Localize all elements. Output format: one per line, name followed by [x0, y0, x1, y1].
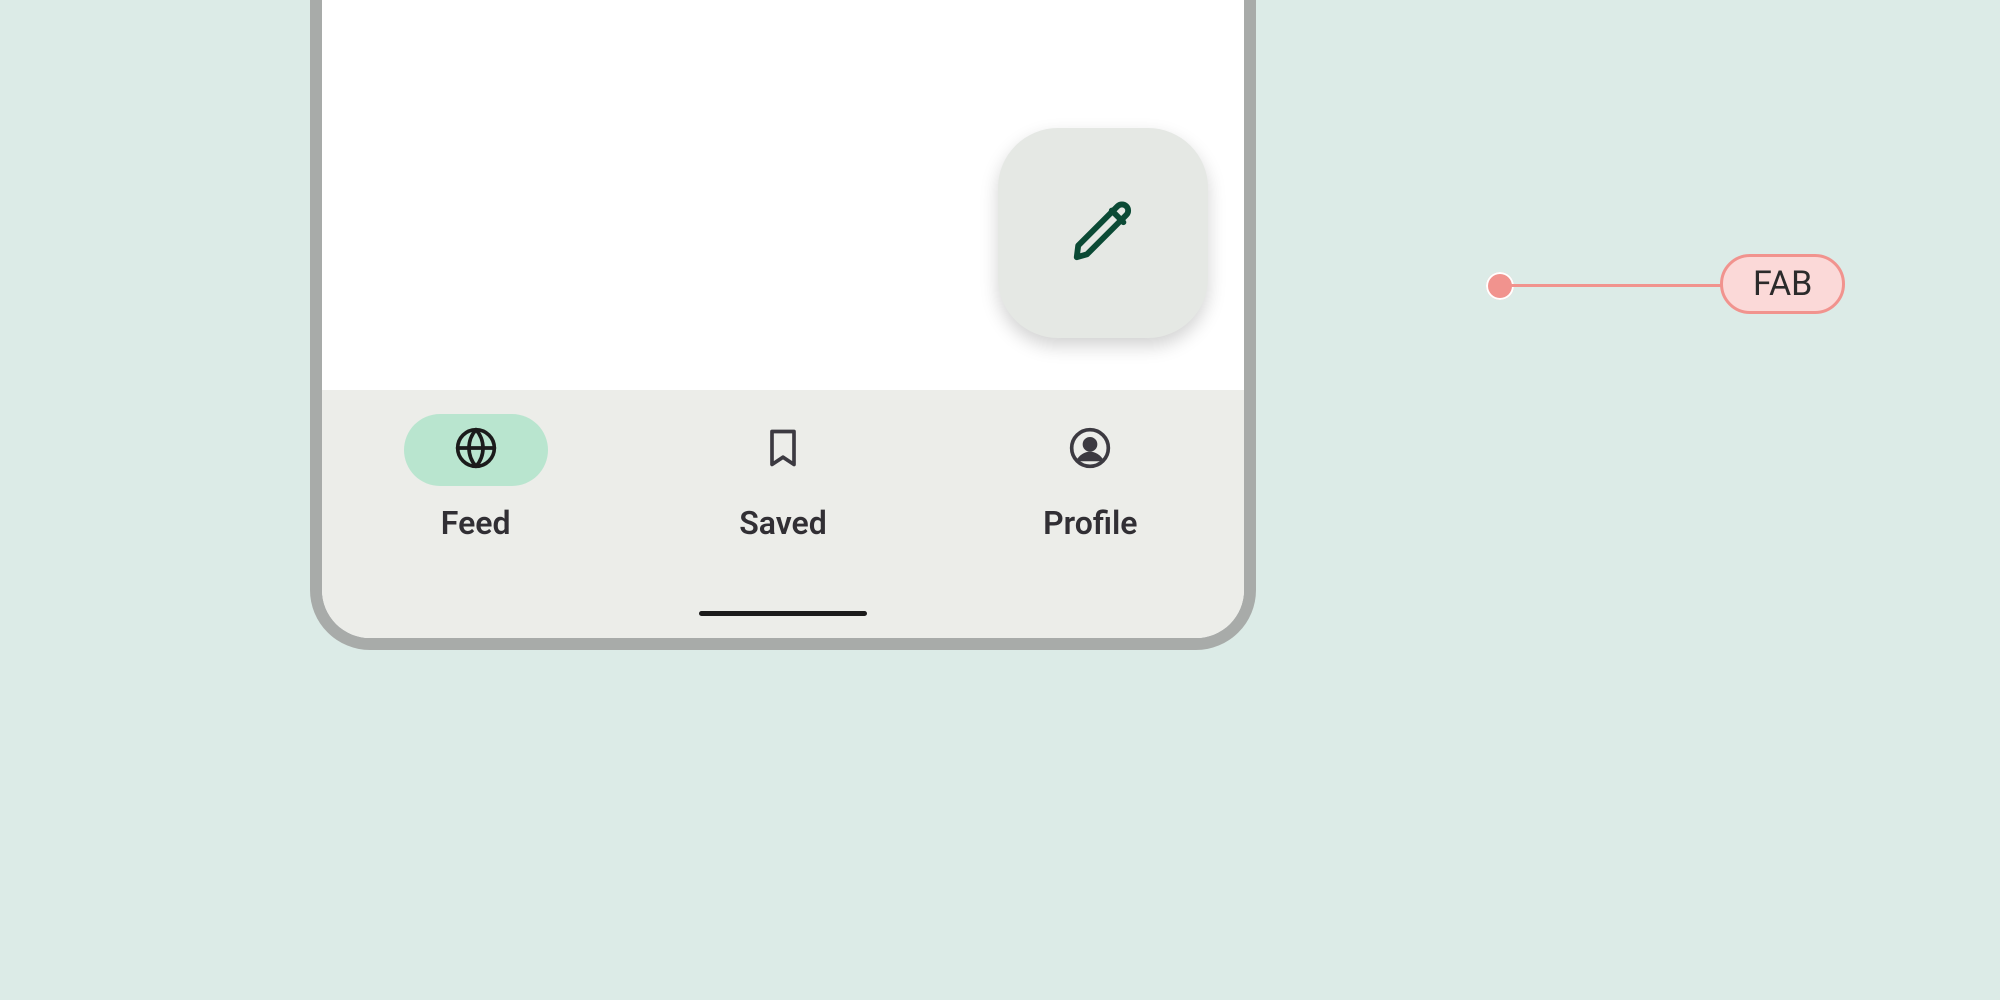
globe-icon: [454, 426, 498, 474]
nav-icon-pill: [404, 414, 548, 486]
annotation-label: FAB: [1720, 254, 1845, 314]
gesture-handle: [699, 611, 867, 616]
nav-label: Profile: [1043, 504, 1137, 542]
nav-label: Saved: [739, 504, 827, 542]
pencil-icon: [1068, 196, 1138, 270]
annotation-text: FAB: [1753, 264, 1812, 304]
nav-item-profile[interactable]: Profile: [960, 414, 1220, 542]
compose-fab[interactable]: [998, 128, 1208, 338]
user-circle-icon: [1068, 426, 1112, 474]
nav-item-feed[interactable]: Feed: [346, 414, 606, 542]
phone-frame: Feed Saved: [310, 0, 1256, 650]
annotation-line: [1506, 284, 1728, 287]
nav-icon-pill: [711, 414, 855, 486]
nav-icon-pill: [1018, 414, 1162, 486]
bottom-navigation: Feed Saved: [322, 390, 1244, 638]
nav-label: Feed: [441, 504, 511, 542]
bookmark-icon: [761, 426, 805, 474]
nav-item-saved[interactable]: Saved: [653, 414, 913, 542]
